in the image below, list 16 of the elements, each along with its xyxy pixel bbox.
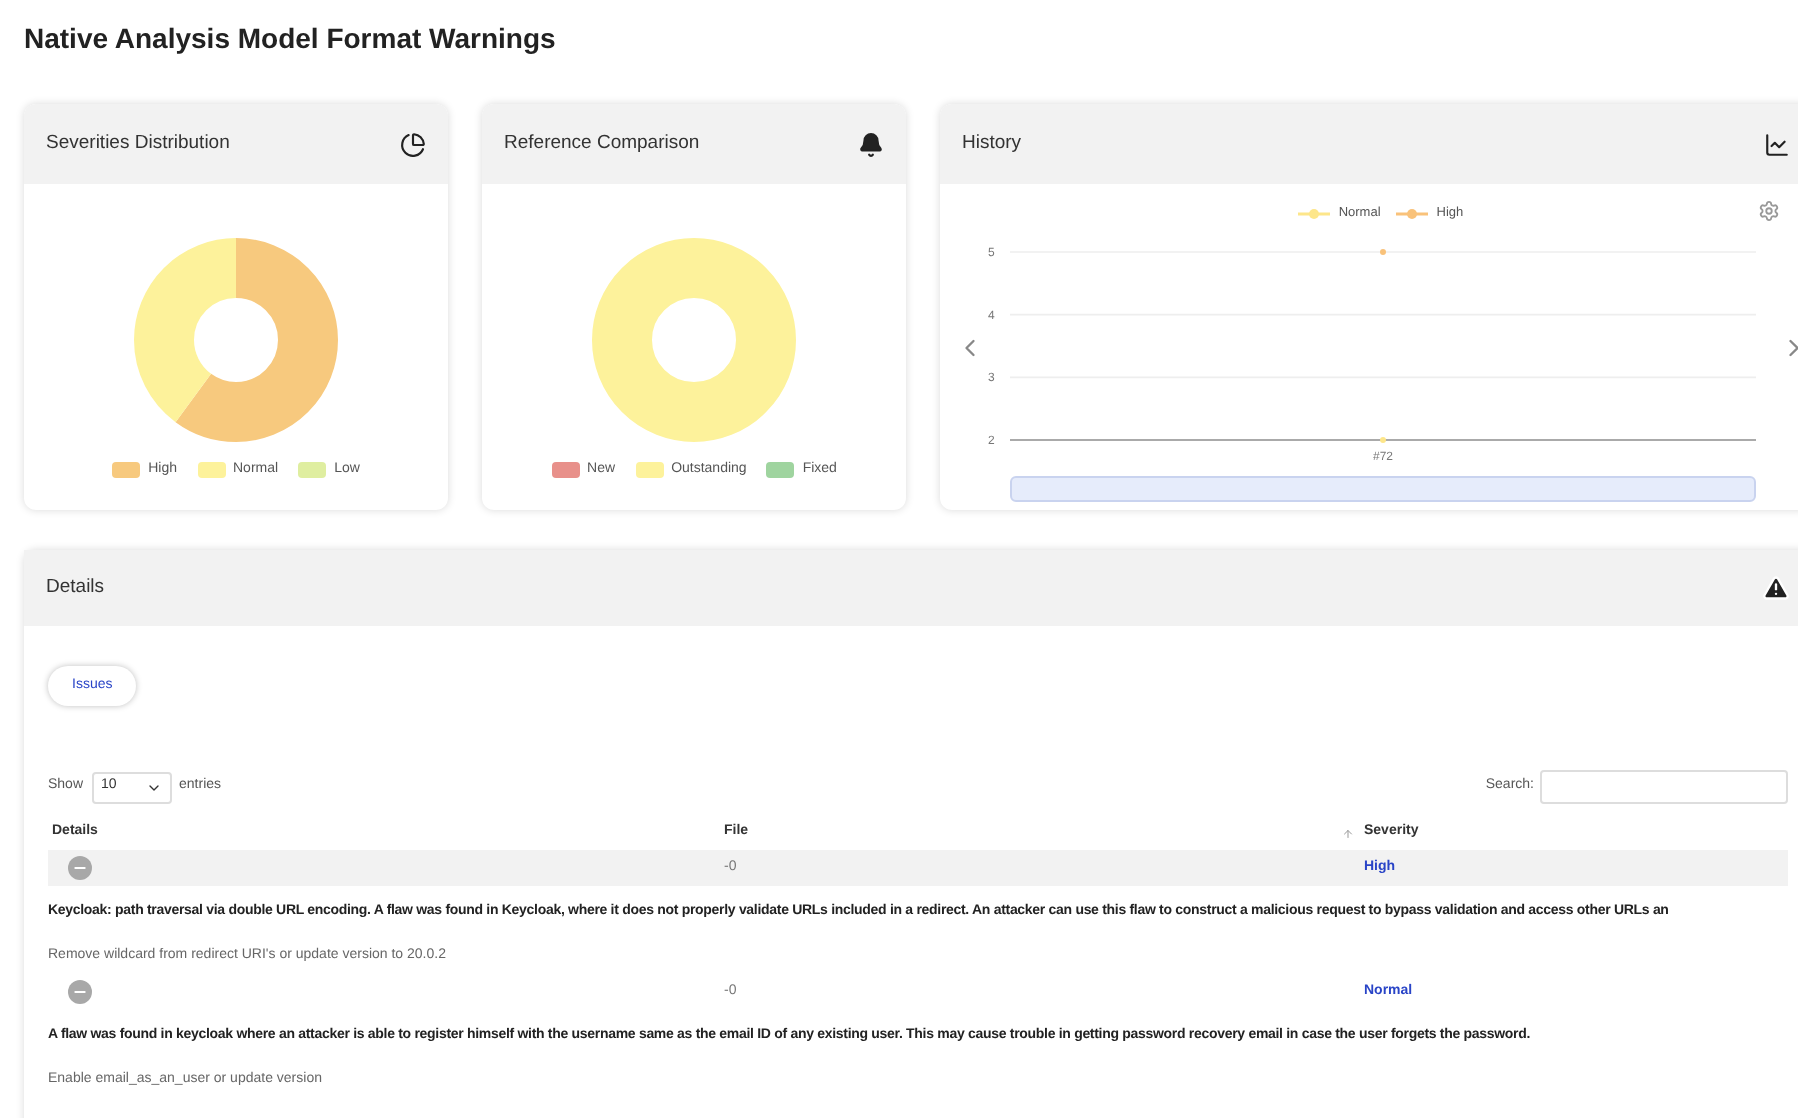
- page-title: Native Analysis Model Format Warnings: [24, 20, 558, 58]
- legend-marker-icon: [1396, 208, 1429, 220]
- bell-icon: [858, 131, 884, 157]
- settings-icon[interactable]: [1758, 200, 1780, 222]
- pie-chart-icon: [400, 131, 426, 157]
- collapse-icon[interactable]: [68, 856, 92, 880]
- sort-icon[interactable]: [1342, 827, 1354, 839]
- card-title: Severities Distribution: [46, 129, 230, 158]
- warning-icon: [1762, 574, 1790, 602]
- card-title: Reference Comparison: [504, 129, 700, 158]
- collapse-icon[interactable]: [68, 980, 92, 1004]
- legend-marker-icon: [1298, 208, 1331, 220]
- search-field[interactable]: [1540, 770, 1788, 804]
- panel-title: Details: [46, 573, 105, 602]
- line-chart-icon: [1764, 131, 1790, 157]
- card-title: History: [962, 129, 1022, 158]
